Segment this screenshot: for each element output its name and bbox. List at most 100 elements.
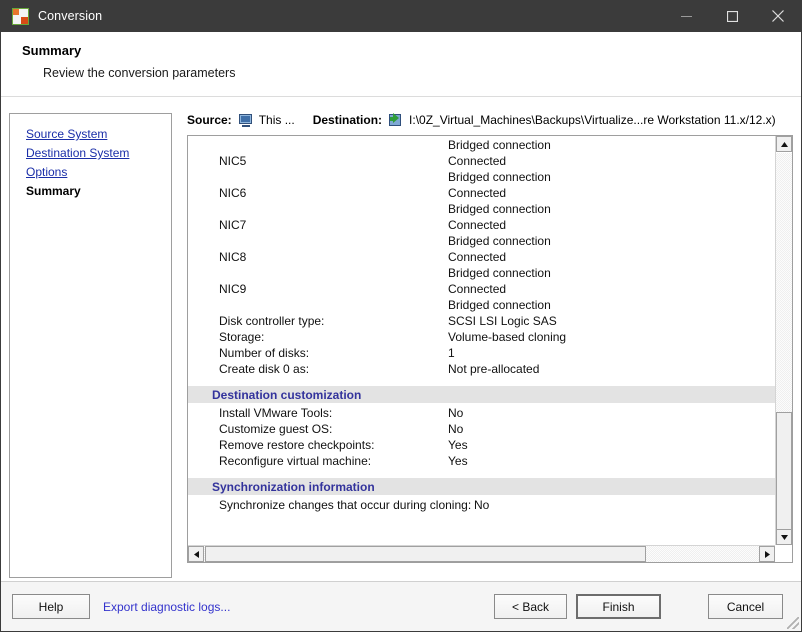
source-value: This ... [258,113,295,127]
table-row: Disk controller type: SCSI LSI Logic SAS [188,313,775,329]
nic9-name: NIC9 [219,282,247,296]
storage-value: Volume-based cloning [448,330,567,344]
close-icon[interactable] [755,0,801,32]
scroll-down-icon[interactable] [776,529,792,545]
summary-rows: Bridged connection NIC5 Connected Bridge… [188,136,775,513]
table-row: Storage: Volume-based cloning [188,329,775,345]
dialog-footer: Help Export diagnostic logs... < Back Fi… [1,581,801,631]
table-row: Remove restore checkpoints: Yes [188,437,775,453]
finish-button[interactable]: Finish [576,594,661,619]
sidebar-item-options[interactable]: Options [26,164,67,180]
table-row: Customize guest OS: No [188,421,775,437]
reconfigure-virtual-machine-value: Yes [448,454,468,468]
window-controls [663,0,801,32]
nic5-name: NIC5 [219,154,247,168]
sidebar-item-summary[interactable]: Summary [26,183,171,199]
window-title: Conversion [38,9,103,23]
title-bar: Conversion [1,0,801,32]
dialog-body: Source System Destination System Options… [1,97,801,581]
wizard-steps-sidebar: Source System Destination System Options… [9,113,172,578]
table-row: Install VMware Tools: No [188,405,775,421]
storage-key: Storage: [219,330,265,344]
nic7-status: Connected [448,218,507,232]
export-diagnostic-logs-link[interactable]: Export diagnostic logs... [103,600,230,614]
number-of-disks-key: Number of disks: [219,346,310,360]
table-row: NIC9 Connected [188,281,775,297]
remove-restore-checkpoints-value: Yes [448,438,468,452]
reconfigure-virtual-machine-key: Reconfigure virtual machine: [219,454,372,468]
nic5-connection: Bridged connection [448,170,551,184]
disk-controller-type-value: SCSI LSI Logic SAS [448,314,557,328]
horizontal-scrollbar[interactable] [188,545,775,562]
resize-grip-icon[interactable] [787,617,799,629]
scrollbar-corner [775,545,792,562]
cancel-button[interactable]: Cancel [708,594,783,619]
destination-value: I:\0Z_Virtual_Machines\Backups\Virtualiz… [409,113,776,127]
vertical-scrollbar[interactable] [775,136,792,545]
remove-restore-checkpoints-key: Remove restore checkpoints: [219,438,375,452]
table-row: Create disk 0 as: Not pre-allocated [188,361,775,377]
page-title: Summary [22,43,82,58]
nic7-connection: Bridged connection [448,234,551,248]
table-row: Bridged connection [188,169,775,185]
conversion-app-icon [12,7,29,25]
table-row: Number of disks: 1 [188,345,775,361]
horizontal-scroll-thumb[interactable] [205,546,646,562]
customize-guest-os-value: No [448,422,464,436]
number-of-disks-value: 1 [448,346,455,360]
export-arrow-box-icon [389,113,404,127]
table-row: NIC7 Connected [188,217,775,233]
source-label: Source: [187,113,232,127]
table-row: Bridged connection [188,265,775,281]
summary-scroll-content: Bridged connection NIC5 Connected Bridge… [188,136,775,545]
scroll-right-icon[interactable] [759,546,775,562]
nic8-status: Connected [448,250,507,264]
partial-row-value: Bridged connection [448,138,551,152]
table-row: Synchronize changes that occur during cl… [188,497,775,513]
scroll-left-icon[interactable] [188,546,204,562]
sidebar-item-destination-system[interactable]: Destination System [26,145,129,161]
nic6-connection: Bridged connection [448,202,551,216]
table-row: Reconfigure virtual machine: Yes [188,453,775,469]
disk-controller-type-key: Disk controller type: [219,314,325,328]
maximize-icon[interactable] [709,0,755,32]
table-row: NIC8 Connected [188,249,775,265]
install-vmware-tools-key: Install VMware Tools: [219,406,333,420]
footer-actions: < Back Finish Cancel [494,594,801,619]
scroll-up-icon[interactable] [776,136,792,152]
sidebar-item-source-system[interactable]: Source System [26,126,107,142]
nic8-name: NIC8 [219,250,247,264]
nic7-name: NIC7 [219,218,247,232]
page-subtitle: Review the conversion parameters [43,66,236,80]
table-row: Bridged connection [188,233,775,249]
table-row: Bridged connection [188,297,775,313]
section-header-synchronization-information: Synchronization information [188,478,775,495]
table-row: NIC6 Connected [188,185,775,201]
page-header: Summary Review the conversion parameters [1,32,801,97]
nic6-status: Connected [448,186,507,200]
computer-monitor-icon [238,113,254,127]
destination-label: Destination: [312,113,383,127]
nic9-status: Connected [448,282,507,296]
install-vmware-tools-value: No [448,406,464,420]
customize-guest-os-key: Customize guest OS: [219,422,333,436]
source-destination-bar: Source: This ... Destination: I:\0Z_Virt… [187,109,793,131]
table-row: NIC5 Connected [188,153,775,169]
summary-panel: Bridged connection NIC5 Connected Bridge… [187,135,793,563]
create-disk-0-as-key: Create disk 0 as: [219,362,310,376]
nic9-connection: Bridged connection [448,298,551,312]
vertical-scroll-thumb[interactable] [776,412,792,530]
table-row: Bridged connection [188,201,775,217]
partial-row-top: Bridged connection [188,137,775,153]
back-button[interactable]: < Back [494,594,567,619]
nic5-status: Connected [448,154,507,168]
synchronize-changes-value: No [474,498,490,512]
section-header-destination-customization: Destination customization [188,386,775,403]
nic6-name: NIC6 [219,186,247,200]
minimize-icon[interactable] [663,0,709,32]
help-button[interactable]: Help [12,594,90,619]
create-disk-0-as-value: Not pre-allocated [448,362,540,376]
conversion-dialog-window: Conversion Summary Review the conversion… [0,0,802,632]
nic8-connection: Bridged connection [448,266,551,280]
synchronize-changes-key: Synchronize changes that occur during cl… [219,498,472,512]
